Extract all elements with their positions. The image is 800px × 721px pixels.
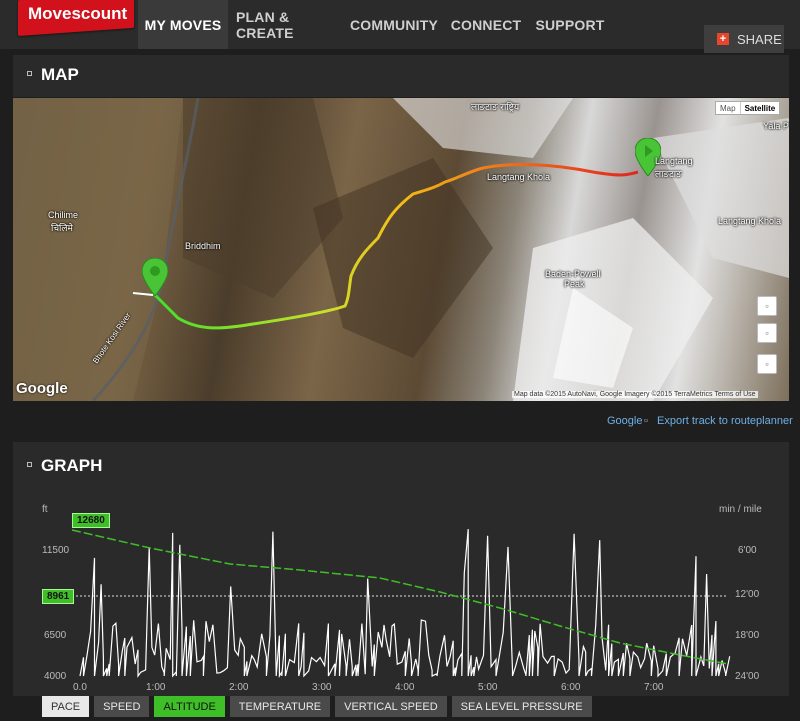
pace-series (79, 529, 731, 679)
pace-line (79, 529, 731, 679)
tab-speed[interactable]: SPEED (94, 696, 150, 717)
tab-sea-level-pressure[interactable]: SEA LEVEL PRESSURE (451, 696, 592, 717)
graph-plot[interactable] (0, 0, 800, 721)
tab-temperature[interactable]: TEMPERATURE (229, 696, 331, 717)
tab-vertical-speed[interactable]: VERTICAL SPEED (335, 696, 447, 717)
tab-altitude[interactable]: ALTITUDE (154, 696, 225, 717)
current-altitude-marker[interactable]: 8961 (42, 589, 75, 604)
graph-tabs: PACE SPEED ALTITUDE TEMPERATURE VERTICAL… (42, 696, 592, 717)
tab-pace[interactable]: PACE (42, 696, 90, 717)
max-altitude-marker: 12680 (72, 513, 110, 528)
